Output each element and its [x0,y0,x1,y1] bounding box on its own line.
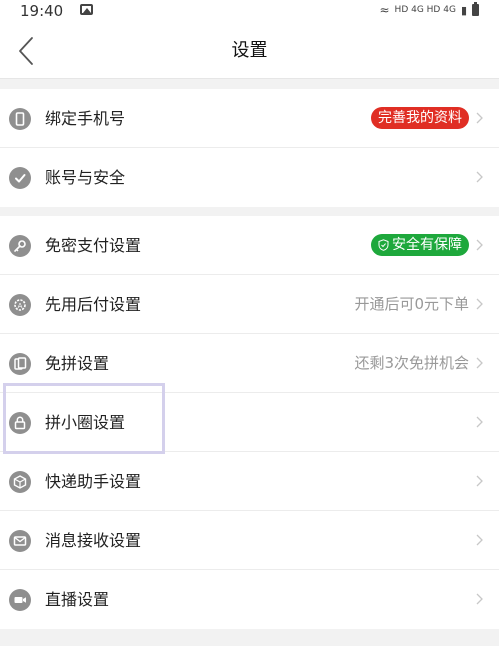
chevron-right-icon [476,171,483,183]
settings-row-pay-later[interactable]: A 先用后付设置 开通后可0元下单 [0,275,499,334]
settings-row-free-group[interactable]: 免拼设置 还剩3次免拼机会 [0,334,499,393]
chevron-right-icon [476,416,483,428]
settings-row-password-free-pay[interactable]: 免密支付设置 安全有保障 [0,216,499,275]
nav-bar: 设置 [0,24,499,79]
package-icon [9,471,31,493]
complete-profile-badge[interactable]: 完善我的资料 [371,107,469,129]
settings-row-pin-circle[interactable]: 拼小圈设置 [0,393,499,452]
key-icon [9,235,31,257]
settings-row-label: 先用后付设置 [45,295,142,314]
gear-badge-icon: A [9,294,31,316]
battery-icon [472,2,479,16]
settings-row-courier-assistant[interactable]: 快递助手设置 [0,452,499,511]
cards-icon [9,353,31,375]
chevron-right-icon [476,239,483,251]
status-bar: 19:40 ≈ HD 4G HD 4G ▮ [0,0,499,24]
badge-text: 完善我的资料 [378,110,462,126]
check-shield-icon [9,167,31,189]
lock-icon [9,412,31,434]
status-time: 19:40 [20,2,64,20]
badge-text: 安全有保障 [392,237,462,253]
svg-text:A: A [18,302,23,310]
chevron-right-icon [476,534,483,546]
phone-icon [9,108,31,130]
envelope-icon [9,530,31,552]
secure-badge[interactable]: 安全有保障 [371,234,469,256]
gallery-icon [80,4,93,15]
settings-row-bind-phone[interactable]: 绑定手机号 完善我的资料 [0,89,499,148]
settings-row-value: 还剩3次免拼机会 [354,354,469,372]
settings-row-label: 直播设置 [45,590,110,609]
settings-row-label: 账号与安全 [45,168,126,187]
status-icons: ≈ HD 4G HD 4G ▮ [379,0,479,20]
settings-group-features: 免密支付设置 安全有保障 A 先用后付设置 开通后可0元下单 免拼设置 还剩3次… [0,216,499,629]
chevron-right-icon [476,593,483,605]
chevron-right-icon [476,475,483,487]
settings-row-live-stream[interactable]: 直播设置 [0,570,499,629]
settings-group-account: 绑定手机号 完善我的资料 账号与安全 [0,89,499,207]
video-camera-icon [9,589,31,611]
settings-row-value: 开通后可0元下单 [354,295,469,313]
settings-row-label: 免拼设置 [45,354,110,373]
chevron-right-icon [476,298,483,310]
shield-check-icon [378,239,389,251]
settings-row-message-receive[interactable]: 消息接收设置 [0,511,499,570]
settings-row-label: 快递助手设置 [45,472,142,491]
settings-row-label: 拼小圈设置 [45,413,126,432]
wifi-icon: ≈ [379,3,390,17]
settings-row-label: 绑定手机号 [45,109,126,128]
signal-icon: ▮ [460,3,467,17]
settings-row-label: 免密支付设置 [45,236,142,255]
settings-row-account-security[interactable]: 账号与安全 [0,148,499,207]
chevron-right-icon [476,357,483,369]
network-indicator: HD 4G HD 4G [394,5,456,15]
settings-row-label: 消息接收设置 [45,531,142,550]
page-title: 设置 [231,40,268,61]
chevron-right-icon [476,112,483,124]
